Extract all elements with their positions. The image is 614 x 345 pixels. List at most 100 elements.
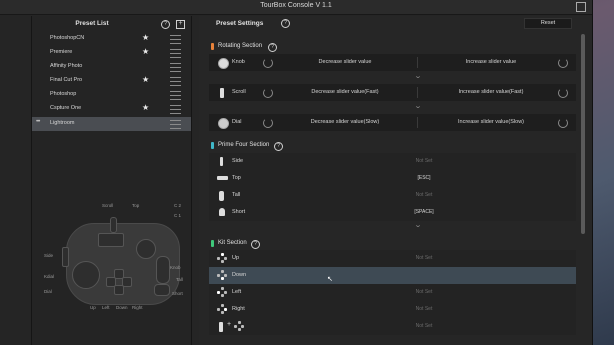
rotation-row-scroll[interactable]: Scroll Decrease slider value(Fast) Incre… <box>209 84 576 101</box>
drag-handle-icon[interactable] <box>170 77 181 86</box>
row-label: Side <box>232 158 244 164</box>
add-preset-icon[interactable]: + <box>176 20 185 29</box>
kit-row-up[interactable]: Up Not Set <box>209 250 576 267</box>
title-bar: TourBox Console V 1.1 <box>0 0 592 15</box>
chevron-down-icon[interactable]: ⌄ <box>414 102 422 110</box>
action-value: [ESC] <box>417 175 431 181</box>
counterclockwise-action[interactable]: Decrease slider value(Slow) <box>275 119 415 125</box>
counterclockwise-action[interactable]: Decrease slider value <box>275 59 415 65</box>
dpad-down-icon <box>217 270 227 280</box>
row-label: Up <box>232 255 240 261</box>
help-icon[interactable]: ? <box>268 43 277 52</box>
action-value: Not Set <box>415 289 433 295</box>
dial-icon <box>218 118 229 129</box>
short-button <box>154 284 170 296</box>
drag-handle-icon[interactable] <box>170 49 181 58</box>
preset-list-header: Preset List ? + <box>32 16 191 32</box>
help-icon[interactable]: ? <box>281 19 290 28</box>
more-icon[interactable]: ••• <box>36 119 40 125</box>
help-icon[interactable]: ? <box>251 240 260 249</box>
external-window-icon[interactable] <box>576 2 586 12</box>
divider <box>417 87 418 98</box>
kit-row-left[interactable]: Left Not Set <box>209 284 576 301</box>
device-label-down: Down <box>116 305 128 310</box>
cursor-icon: ↖ <box>327 276 333 283</box>
clockwise-action[interactable]: Increase slider value(Fast) <box>421 89 561 95</box>
dpad-left-icon <box>217 287 227 297</box>
device-label-left: Left <box>102 305 110 310</box>
drag-handle-icon[interactable] <box>170 35 181 44</box>
row-label: Tall <box>232 192 241 198</box>
star-icon[interactable]: ★ <box>142 103 149 112</box>
chevron-down-icon[interactable]: ⌄ <box>414 72 422 80</box>
settings-title: Preset Settings <box>216 20 264 27</box>
preset-list-panel: Preset List ? + PhotoshopCN ★ Premiere ★… <box>31 16 192 345</box>
row-label: Dial <box>232 119 242 125</box>
device-label-kdial: Kdial <box>44 274 55 279</box>
row-label: Scroll <box>232 89 246 95</box>
help-icon[interactable]: ? <box>274 142 283 151</box>
device-label-side: Side <box>44 253 54 258</box>
kit-row-right[interactable]: Right Not Set <box>209 301 576 318</box>
kit-row-combo[interactable]: + Not Set <box>209 318 576 335</box>
knob-control <box>136 239 156 259</box>
preset-label: Cspture One <box>50 105 82 111</box>
action-value: [SPACE] <box>414 209 434 215</box>
row-label: Top <box>232 175 241 181</box>
preset-list-title: Preset List <box>75 20 109 27</box>
device-label-dial: Dial <box>44 289 52 294</box>
drag-handle-icon[interactable] <box>170 105 181 114</box>
chevron-down-icon[interactable]: ⌄ <box>414 221 422 229</box>
top-button <box>98 233 124 247</box>
side-button <box>62 247 69 267</box>
preset-item[interactable]: Premiere ★ <box>32 46 191 60</box>
prime-row-tall[interactable]: Tall Not Set <box>209 187 576 204</box>
counterclockwise-action[interactable]: Decrease slider value(Fast) <box>275 89 415 95</box>
rotate-left-icon <box>263 118 273 128</box>
prime-row-side[interactable]: Side Not Set <box>209 153 576 170</box>
preset-item[interactable]: Cspture One ★ <box>32 102 191 116</box>
prime-row-top[interactable]: Top [ESC] <box>209 170 576 187</box>
help-icon[interactable]: ? <box>161 20 170 29</box>
kit-row-down[interactable]: Down ↖ <box>209 267 576 284</box>
clockwise-action[interactable]: Increase slider value(Slow) <box>421 119 561 125</box>
dpad-icon <box>234 321 244 331</box>
action-value: Not Set <box>415 158 433 164</box>
action-value: Not Set <box>415 323 433 329</box>
row-label: Right <box>232 306 245 312</box>
scrollbar[interactable] <box>581 34 585 234</box>
device-label-c2: C 2 <box>174 203 182 208</box>
rotate-left-icon <box>263 58 273 68</box>
knob-icon <box>218 58 229 69</box>
reset-button[interactable]: Reset <box>524 18 572 29</box>
device-label-up: Up <box>90 305 96 310</box>
preset-label: Photoshop <box>50 91 77 97</box>
prime-row-short[interactable]: Short [SPACE] <box>209 204 576 221</box>
preset-item[interactable]: PhotoshopCN ★ <box>32 32 191 46</box>
rotate-left-icon <box>263 88 273 98</box>
scroll-icon <box>220 88 224 98</box>
rotation-row-dial[interactable]: Dial Decrease slider value(Slow) Increas… <box>209 114 576 131</box>
section-title: Prime Four Section <box>218 142 270 148</box>
star-icon[interactable]: ★ <box>142 47 149 56</box>
drag-handle-icon[interactable] <box>170 63 181 72</box>
preset-label: Final Cut Pro <box>50 77 83 83</box>
short-button-icon <box>219 208 225 216</box>
rotation-row-knob[interactable]: Knob Decrease slider value Increase slid… <box>209 54 576 71</box>
dpad-up-icon <box>217 253 227 263</box>
star-icon[interactable]: ★ <box>142 75 149 84</box>
drag-handle-icon[interactable] <box>170 91 181 100</box>
section-title: Rotating Section <box>218 43 263 49</box>
preset-item[interactable]: Final Cut Pro ★ <box>32 74 191 88</box>
side-button-icon <box>219 322 223 332</box>
preset-item[interactable]: Photoshop <box>32 88 191 102</box>
clockwise-action[interactable]: Increase slider value <box>421 59 561 65</box>
preset-item[interactable]: Affinity Photo <box>32 60 191 74</box>
dial-control <box>72 261 100 289</box>
side-button-icon <box>220 157 223 166</box>
device-label-tall: Tall <box>176 277 183 282</box>
preset-item-active[interactable]: ••• Lightroom <box>32 117 191 131</box>
star-icon[interactable]: ★ <box>142 33 149 42</box>
row-label: Short <box>232 209 246 215</box>
drag-handle-icon[interactable] <box>170 120 181 129</box>
